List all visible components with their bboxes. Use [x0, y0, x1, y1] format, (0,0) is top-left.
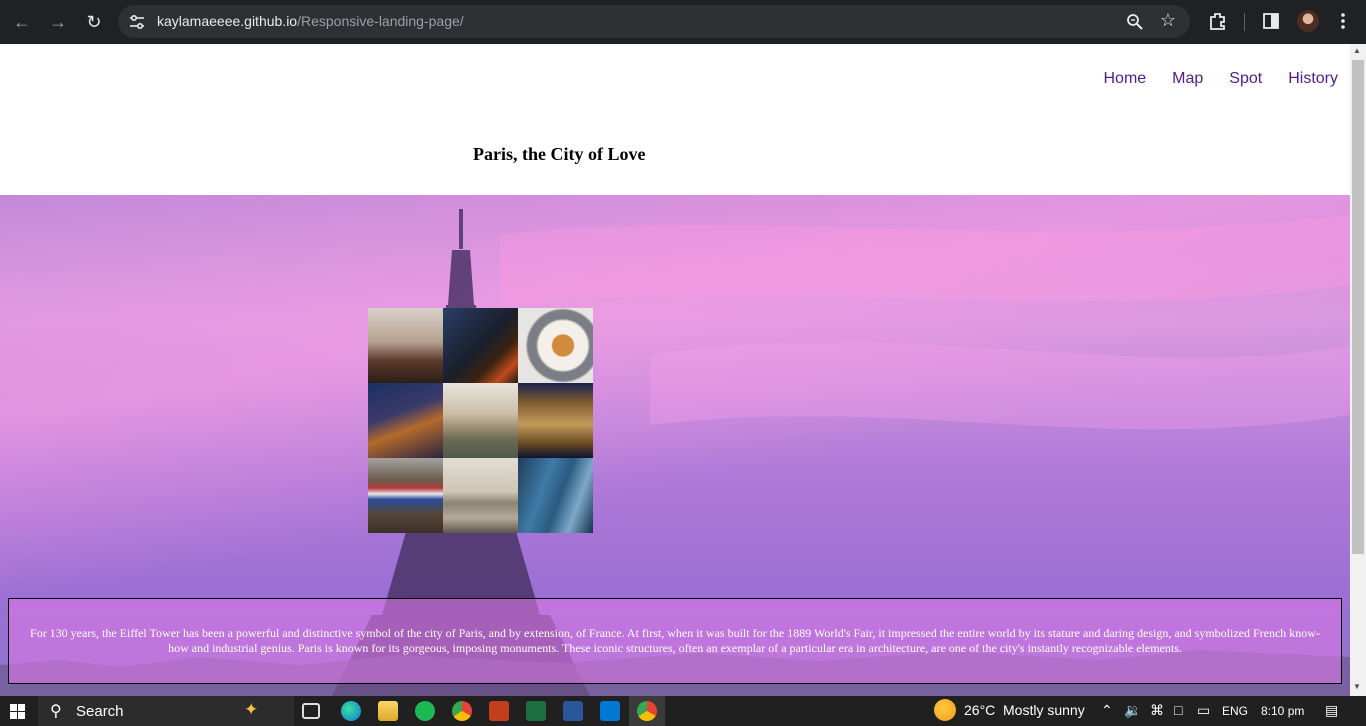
volume-icon[interactable]: 🔉: [1124, 702, 1141, 719]
powerpoint-icon[interactable]: [489, 701, 509, 721]
address-bar[interactable]: kaylamaeeee.github.io/Responsive-landing…: [118, 5, 1190, 38]
nav-link-spot[interactable]: Spot: [1229, 70, 1262, 88]
search-highlight-icon: ✦: [244, 700, 259, 719]
collage-photo-crowd-tower: [368, 308, 443, 383]
scrollbar-thumb[interactable]: [1352, 60, 1364, 554]
reload-icon[interactable]: ↻: [81, 9, 107, 35]
collage-photo-croissant: [518, 308, 593, 383]
description-box: For 130 years, the Eiffel Tower has been…: [8, 598, 1342, 684]
weather-sun-icon[interactable]: [934, 699, 956, 721]
url-host: kaylamaeeee.github.io: [157, 13, 298, 29]
chrome-icon[interactable]: [452, 701, 472, 721]
collage-photo-louvre-pyramid: [443, 458, 518, 533]
collage-photo-pont-neuf: [443, 383, 518, 458]
task-view-icon[interactable]: [302, 703, 320, 719]
page-title: Paris, the City of Love: [473, 144, 646, 164]
hero-section: For 130 years, the Eiffel Tower has been…: [0, 195, 1350, 696]
nav-link-history[interactable]: History: [1288, 70, 1338, 88]
scroll-up-arrow-icon[interactable]: ▲: [1353, 46, 1361, 55]
tray-overflow-chevron-icon[interactable]: ⌃: [1101, 702, 1113, 719]
chrome-active-icon[interactable]: [637, 701, 657, 721]
extensions-icon[interactable]: [1207, 10, 1229, 32]
weather-condition[interactable]: Mostly sunny: [1003, 702, 1085, 718]
word-icon[interactable]: [563, 701, 583, 721]
more-menu-icon[interactable]: [1332, 10, 1354, 32]
weather-temp[interactable]: 26°C: [964, 702, 995, 718]
system-clock[interactable]: 8:10 pm: [1261, 704, 1304, 718]
excel-icon[interactable]: [526, 701, 546, 721]
nav-link-map[interactable]: Map: [1172, 70, 1203, 88]
vscode-icon[interactable]: [600, 701, 620, 721]
notification-center-icon[interactable]: ▤: [1325, 702, 1338, 719]
collage-photo-blue-buildings: [518, 458, 593, 533]
meet-now-icon[interactable]: □: [1174, 702, 1182, 718]
url-text[interactable]: kaylamaeeee.github.io/Responsive-landing…: [157, 13, 464, 29]
battery-icon[interactable]: ▭: [1197, 702, 1210, 719]
main-nav: Home Map Spot History: [1103, 70, 1338, 88]
taskbar-search-box[interactable]: ⚲ Search ✦: [38, 696, 294, 726]
back-arrow-icon[interactable]: ←: [9, 9, 35, 35]
scroll-down-arrow-icon[interactable]: ▼: [1353, 682, 1361, 691]
file-explorer-icon[interactable]: [378, 701, 398, 721]
taskbar-search-label: Search: [76, 703, 124, 720]
zoom-icon[interactable]: [1126, 13, 1144, 31]
side-panel-icon[interactable]: [1260, 10, 1282, 32]
description-text: For 130 years, the Eiffel Tower has been…: [30, 626, 1320, 655]
bookmark-star-icon[interactable]: ☆: [1160, 10, 1176, 31]
language-indicator[interactable]: ENG: [1222, 704, 1248, 718]
collage-photo-tower-lights: [368, 383, 443, 458]
edge-browser-icon[interactable]: [341, 701, 361, 721]
collage-photo-arc-de-triomphe: [518, 383, 593, 458]
nav-link-home[interactable]: Home: [1103, 70, 1146, 88]
photo-collage: [368, 308, 593, 533]
windows-start-icon[interactable]: [10, 704, 25, 719]
browser-toolbar: ← → ↻ kaylamaeeee.github.io/Responsive-l…: [0, 0, 1366, 44]
profile-avatar-icon[interactable]: [1297, 10, 1319, 32]
collage-photo-french-flag-street: [368, 458, 443, 533]
toolbar-divider: [1244, 13, 1245, 31]
forward-arrow-icon[interactable]: →: [45, 9, 71, 35]
site-settings-icon[interactable]: [128, 13, 146, 31]
page-viewport: Home Map Spot History Paris, the City of…: [0, 44, 1350, 696]
windows-taskbar: ⚲ Search ✦ 26°C Mostly sunny ⌃ 🔉 ⌘ □ ▭ E…: [0, 696, 1366, 726]
page-scrollbar[interactable]: ▲ ▼: [1350, 44, 1366, 696]
search-icon: ⚲: [50, 703, 62, 720]
url-path: /Responsive-landing-page/: [297, 13, 464, 29]
spotify-icon[interactable]: [415, 701, 435, 721]
collage-photo-cafe-night: [443, 308, 518, 383]
wifi-icon[interactable]: ⌘: [1150, 702, 1164, 719]
